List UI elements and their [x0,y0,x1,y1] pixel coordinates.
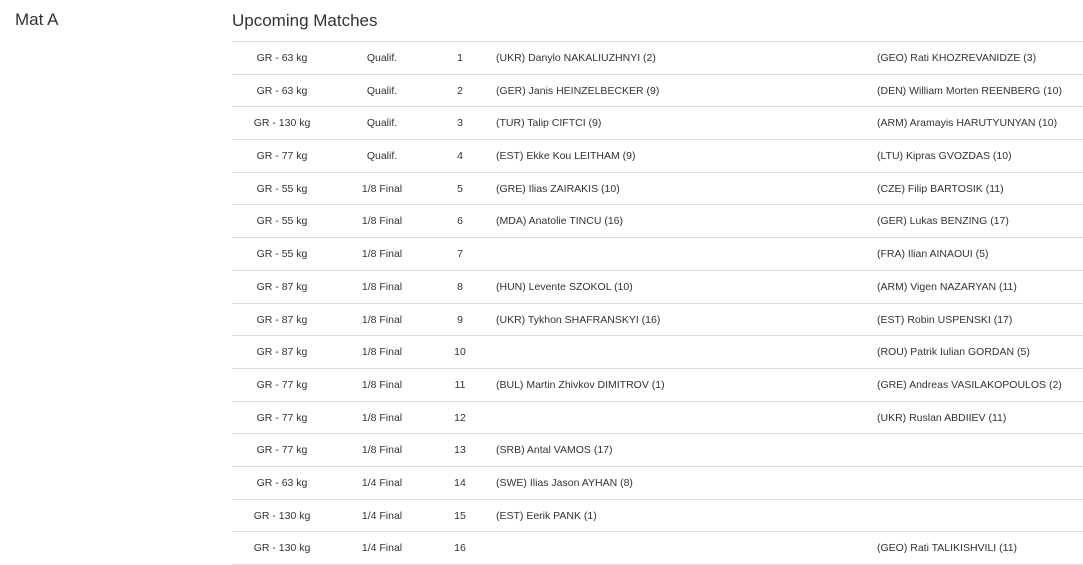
match-number: 8 [457,280,463,293]
match-row[interactable]: GR - 63 kg 1/4 Final 14 (SWE) Ilias Jason A… [232,467,1083,500]
match-number: 6 [457,215,463,228]
red-wrestler: (HUN) Levente SZOKOL (10) [496,280,633,293]
matches-table: GR - 63 kg Qualif. 1 (UKR) Danylo NAKALIUZH… [232,42,1083,565]
red-wrestler: (UKR) Tykhon SHAFRANSKYI (16) [496,313,661,326]
red-wrestler: (SRB) Antal VAMOS (17) [496,444,613,457]
match-row[interactable]: GR - 77 kg 1/8 Final 12 (UKR) Ruslan ABDIIE… [232,402,1083,435]
weight-class: GR - 63 kg [256,52,308,64]
match-row[interactable]: GR - 87 kg 1/8 Final 10 (ROU) Patrik Iulian… [232,336,1083,369]
weight-class: GR - 55 kg [256,215,308,228]
match-row[interactable]: GR - 130 kg 1/4 Final 15 (EST) Eerik PANK (… [232,500,1083,533]
match-row[interactable]: GR - 130 kg Qualif. 3 (TUR) Talip CIFTCI (9… [232,107,1083,141]
weight-class: GR - 87 kg [256,280,308,293]
weight-class: GR - 77 kg [256,411,308,424]
round: 1/8 Final [361,411,403,424]
blue-wrestler: (UKR) Ruslan ABDIIEV (11) [877,411,1007,424]
upcoming-matches-panel: Upcoming Matches GR - 63 kg Qualif. 1 (UKR)… [232,0,1083,565]
weight-class: GR - 130 kg [253,117,311,130]
red-wrestler: (TUR) Talip CIFTCI (9) [496,117,602,130]
weight-class: GR - 63 kg [256,84,308,97]
match-row[interactable]: GR - 87 kg 1/8 Final 8 (HUN) Levente SZOKOL… [232,271,1083,304]
match-row[interactable]: GR - 63 kg Qualif. 2 (GER) Janis HEINZELBEC… [232,75,1083,108]
blue-wrestler: (LTU) Kipras GVOZDAS (10) [877,150,1012,163]
weight-class: GR - 55 kg [256,182,308,195]
match-row[interactable]: GR - 55 kg 1/8 Final 7 (FRA) Ilian AINAOUI … [232,238,1083,271]
round: 1/8 Final [361,215,403,228]
weight-class: GR - 87 kg [256,313,308,326]
round: Qualif. [366,117,398,130]
blue-wrestler: (ROU) Patrik Iulian GORDAN (5) [877,346,1030,359]
round: 1/8 Final [361,444,403,457]
blue-wrestler: (ARM) Aramayis HARUTYUNYAN (10) [877,117,1058,130]
match-number: 14 [454,476,466,489]
match-number: 3 [457,117,463,130]
round: 1/8 Final [361,182,403,195]
match-number: 5 [457,182,463,195]
blue-wrestler: (GEO) Rati KHOZREVANIDZE (3) [877,52,1037,64]
blue-wrestler: (GRE) Andreas VASILAKOPOULOS (2) [877,378,1062,391]
blue-wrestler: (ARM) Vigen NAZARYAN (11) [877,280,1017,293]
red-wrestler: (GRE) Ilias ZAIRAKIS (10) [496,182,620,195]
red-wrestler: (GER) Janis HEINZELBECKER (9) [496,84,660,97]
round: 1/8 Final [361,280,403,293]
red-wrestler: (EST) Ekke Kou LEITHAM (9) [496,150,636,163]
round: 1/8 Final [361,313,403,326]
red-wrestler: (MDA) Anatolie TINCU (16) [496,215,624,228]
match-number: 13 [454,444,466,457]
match-row[interactable]: GR - 77 kg 1/8 Final 13 (SRB) Antal VAMOS (… [232,434,1083,467]
round: Qualif. [366,52,398,64]
weight-class: GR - 77 kg [256,150,308,163]
round: Qualif. [366,150,398,163]
match-number: 16 [454,542,466,555]
match-number: 1 [457,52,463,64]
weight-class: GR - 77 kg [256,378,308,391]
round: Qualif. [366,84,398,97]
blue-wrestler: (GEO) Rati TALIKISHVILI (11) [877,542,1018,555]
red-wrestler: (BUL) Martin Zhivkov DIMITROV (1) [496,378,665,391]
match-number: 15 [454,509,466,522]
weight-class: GR - 55 kg [256,248,308,261]
match-number: 9 [457,313,463,326]
round: 1/4 Final [361,542,403,555]
round: 1/8 Final [361,378,403,391]
match-number: 2 [457,84,463,97]
red-wrestler: (EST) Eerik PANK (1) [496,509,597,522]
weight-class: GR - 130 kg [253,542,311,555]
weight-class: GR - 63 kg [256,476,308,489]
red-wrestler: (UKR) Danylo NAKALIUZHNYI (2) [496,52,656,64]
match-number: 10 [454,346,466,359]
match-row[interactable]: GR - 77 kg Qualif. 4 (EST) Ekke Kou LEITHAM… [232,140,1083,173]
match-number: 4 [457,150,463,163]
match-row[interactable]: GR - 63 kg Qualif. 1 (UKR) Danylo NAKALIUZH… [232,42,1083,75]
round: 1/4 Final [361,476,403,489]
blue-wrestler: (CZE) Filip BARTOSIK (11) [877,182,1004,195]
match-row[interactable]: GR - 130 kg 1/4 Final 16 (GEO) Rati TALIKIS… [232,532,1083,565]
match-number: 11 [454,378,466,391]
red-wrestler: (SWE) Ilias Jason AYHAN (8) [496,476,633,489]
match-number: 7 [457,248,463,261]
match-number: 12 [454,411,466,424]
weight-class: GR - 77 kg [256,444,308,457]
round: 1/4 Final [361,509,403,522]
section-title: Upcoming Matches [232,0,1083,42]
blue-wrestler: (EST) Robin USPENSKI (17) [877,313,1013,326]
round: 1/8 Final [361,248,403,261]
mat-title: Mat A [15,10,59,29]
weight-class: GR - 87 kg [256,346,308,359]
blue-wrestler: (FRA) Ilian AINAOUI (5) [877,248,989,261]
match-row[interactable]: GR - 55 kg 1/8 Final 5 (GRE) Ilias ZAIRAKIS… [232,173,1083,206]
blue-wrestler: (DEN) William Morten REENBERG (10) [877,84,1062,97]
blue-wrestler: (GER) Lukas BENZING (17) [877,215,1009,228]
match-row[interactable]: GR - 55 kg 1/8 Final 6 (MDA) Anatolie TINCU… [232,205,1083,239]
round: 1/8 Final [361,346,403,359]
weight-class: GR - 130 kg [253,509,311,522]
match-row[interactable]: GR - 87 kg 1/8 Final 9 (UKR) Tykhon SHAFRAN… [232,304,1083,337]
match-row[interactable]: GR - 77 kg 1/8 Final 11 (BUL) Martin Zhivko… [232,369,1083,402]
